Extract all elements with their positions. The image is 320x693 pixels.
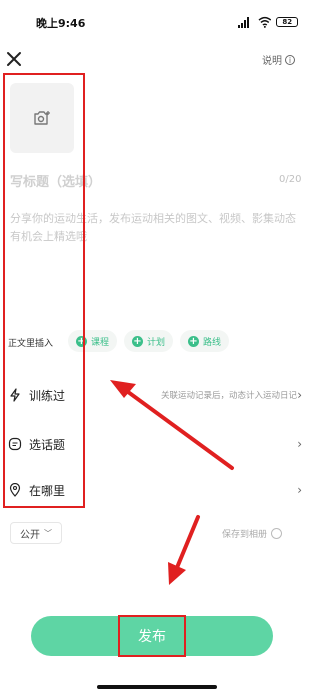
save-to-album-toggle[interactable]: 保存到相册 [222, 527, 283, 540]
explain-label: 说明 [262, 56, 282, 67]
battery-level: 82 [282, 18, 293, 26]
home-indicator [97, 685, 217, 689]
visibility-select[interactable]: 公开 ﹀ [10, 522, 62, 544]
close-icon[interactable] [5, 50, 23, 68]
chip-plan[interactable]: + 计划 [124, 330, 174, 352]
status-icons: 82 [238, 13, 298, 31]
save-album-label: 保存到相册 [222, 530, 268, 540]
plus-icon: + [188, 335, 199, 347]
annotation-box [3, 73, 85, 508]
chip-label: 路线 [203, 337, 222, 348]
chevron-down-icon: ﹀ [44, 528, 52, 538]
publish-label: 发布 [138, 629, 166, 645]
cellular-signal-icon [238, 16, 253, 28]
annotation-arrow-down [168, 515, 200, 585]
chip-label: 计划 [147, 337, 166, 348]
title-counter: 0/20 [279, 174, 302, 185]
chip-route[interactable]: + 路线 [180, 330, 230, 352]
chevron-right-icon: › [297, 437, 302, 451]
status-time: 晚上9:46 [36, 17, 86, 30]
info-icon: i [285, 54, 295, 65]
chevron-right-icon: › [297, 388, 302, 402]
plus-icon: + [132, 335, 143, 347]
visibility-value: 公开 [20, 529, 40, 541]
row-hint: 关联运动记录后，动态计入运动日记 [160, 391, 297, 401]
radio-icon [271, 528, 283, 539]
chip-label: 课程 [91, 337, 110, 348]
wifi-icon [258, 16, 271, 28]
explain-button[interactable]: 说明 i [262, 52, 295, 67]
status-bar: 晚上9:46 82 [0, 0, 315, 44]
battery-icon: 82 [276, 17, 298, 27]
publish-highlight[interactable]: 发布 [118, 615, 186, 657]
chevron-right-icon: › [297, 483, 302, 497]
